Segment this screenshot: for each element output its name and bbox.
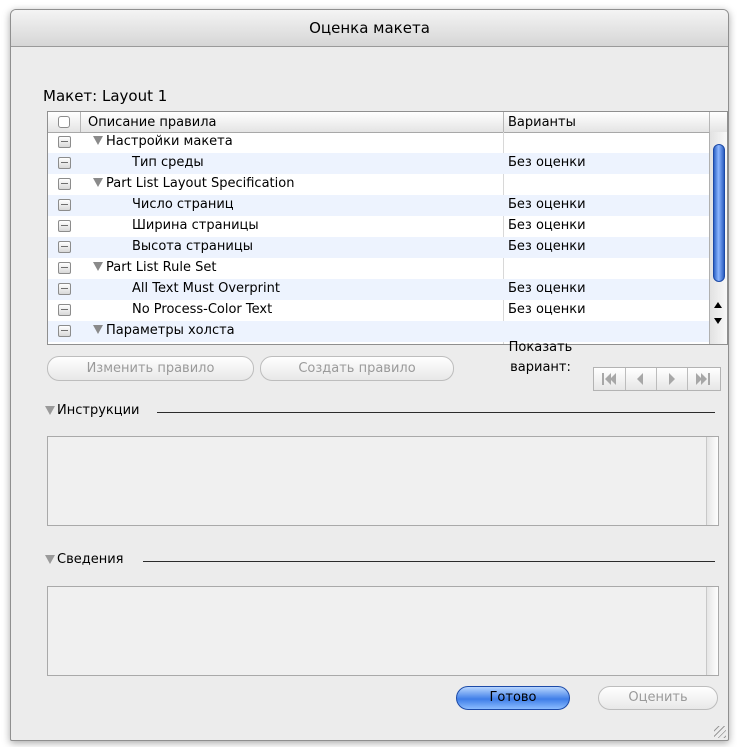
table-row[interactable]: Part List Layout Specification [48, 174, 709, 195]
header-description[interactable]: Описание правила [88, 115, 216, 130]
variant-nav-group [593, 367, 721, 391]
instructions-disclosure-icon[interactable] [45, 406, 55, 415]
rule-variant: Без оценки [508, 197, 586, 212]
dialog-window: Оценка макета Макет: Layout 1 Описание п… [10, 9, 729, 741]
rule-description: Настройки макета [106, 134, 233, 149]
prev-icon [637, 373, 643, 385]
disclosure-triangle-icon[interactable] [93, 178, 103, 187]
checkbox-icon[interactable] [58, 304, 71, 316]
rule-description: Параметры холста [106, 323, 235, 338]
checkbox-icon[interactable] [58, 283, 71, 295]
rule-description: Число страниц [132, 197, 234, 212]
last-icon [708, 373, 710, 385]
table-row[interactable]: Part List Rule Set [48, 258, 709, 279]
create-rule-button[interactable]: Создать правило [260, 356, 454, 381]
last-icon [701, 373, 707, 385]
table-scrollbar[interactable] [709, 132, 727, 344]
next-variant-button[interactable] [657, 368, 688, 390]
first-variant-button[interactable] [594, 368, 626, 390]
show-variant-line2: вариант: [510, 360, 571, 375]
table-row[interactable]: Настройки макета [48, 132, 709, 153]
rule-variant: Без оценки [508, 218, 586, 233]
instructions-divider [157, 412, 715, 413]
title-bar[interactable]: Оценка макета [11, 10, 728, 47]
table-row[interactable]: Число страниц Без оценки [48, 195, 709, 216]
window-title: Оценка макета [309, 19, 430, 37]
rule-variant: Без оценки [508, 239, 586, 254]
checkbox-icon[interactable] [58, 157, 71, 169]
table-header: Описание правила Варианты [48, 112, 727, 133]
disclosure-triangle-icon[interactable] [93, 325, 103, 334]
show-variant-line1: Показать [508, 340, 573, 355]
info-scrollbar[interactable] [706, 587, 718, 675]
rules-table: Описание правила Варианты Настройки маке… [47, 111, 728, 345]
checkbox-icon[interactable] [58, 220, 71, 232]
checkbox-icon[interactable] [58, 262, 71, 274]
disclosure-triangle-icon[interactable] [93, 136, 103, 145]
scroll-up-icon[interactable] [714, 302, 722, 308]
checkbox-icon[interactable] [58, 325, 71, 337]
rule-description: Высота страницы [132, 239, 253, 254]
table-row[interactable]: Ширина страницы Без оценки [48, 216, 709, 237]
disclosure-triangle-icon[interactable] [93, 262, 103, 271]
column-separator [80, 112, 81, 132]
info-disclosure-icon[interactable] [45, 555, 55, 564]
scroll-down-icon[interactable] [714, 318, 722, 324]
next-icon [669, 373, 675, 385]
first-icon [602, 373, 604, 385]
header-variants[interactable]: Варианты [508, 115, 576, 130]
rule-variant: Без оценки [508, 155, 586, 170]
table-row[interactable]: Высота страницы Без оценки [48, 237, 709, 258]
table-row[interactable]: Параметры холста [48, 321, 709, 342]
last-variant-button[interactable] [688, 368, 720, 390]
rule-description: Тип среды [132, 155, 204, 170]
first-icon [610, 373, 616, 385]
info-textbox [47, 586, 719, 676]
done-button[interactable]: Готово [456, 686, 570, 710]
info-divider [143, 561, 715, 562]
header-checkbox-icon[interactable] [58, 116, 70, 128]
rule-variant: Без оценки [508, 281, 586, 296]
checkbox-icon[interactable] [58, 199, 71, 211]
table-row[interactable]: No Process-Color Text Без оценки [48, 300, 709, 321]
rule-variant: Без оценки [508, 302, 586, 317]
evaluate-button[interactable]: Оценить [598, 686, 718, 710]
rule-description: Part List Layout Specification [106, 176, 295, 191]
checkbox-icon[interactable] [58, 136, 71, 148]
checkbox-icon[interactable] [58, 241, 71, 253]
table-row[interactable]: Тип среды Без оценки [48, 153, 709, 174]
layout-label: Макет: Layout 1 [43, 87, 168, 105]
rule-description: No Process-Color Text [132, 302, 273, 317]
resize-grip-icon[interactable] [714, 726, 726, 738]
instructions-scrollbar[interactable] [706, 437, 718, 525]
rule-description: Part List Rule Set [106, 260, 217, 275]
edit-rule-button[interactable]: Изменить правило [47, 356, 254, 381]
checkbox-icon[interactable] [58, 178, 71, 190]
column-separator [503, 112, 504, 132]
instructions-label[interactable]: Инструкции [57, 403, 140, 418]
info-label[interactable]: Сведения [57, 552, 124, 567]
rule-description: Ширина страницы [132, 218, 259, 233]
show-variant-label: Показать вариант: [499, 340, 582, 376]
rule-description: All Text Must Overprint [132, 281, 280, 296]
prev-variant-button[interactable] [626, 368, 657, 390]
scroll-thumb[interactable] [713, 144, 725, 282]
instructions-textbox [47, 436, 719, 526]
column-separator [709, 112, 710, 132]
table-row[interactable]: All Text Must Overprint Без оценки [48, 279, 709, 300]
